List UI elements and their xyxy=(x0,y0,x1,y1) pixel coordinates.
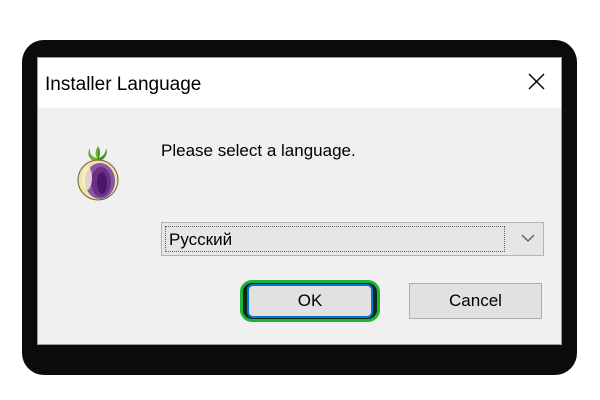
language-dropdown[interactable]: Русский xyxy=(161,222,544,256)
tor-onion-icon xyxy=(77,146,119,201)
cancel-button[interactable]: Cancel xyxy=(409,283,542,319)
close-button[interactable] xyxy=(513,58,561,106)
window-title: Installer Language xyxy=(45,74,202,95)
selected-language: Русский xyxy=(169,230,233,249)
ok-button[interactable]: OK xyxy=(247,284,373,318)
title-bar: Installer Language xyxy=(38,58,561,108)
language-prompt: Please select a language. xyxy=(161,141,356,160)
close-icon xyxy=(528,73,545,90)
selected-language-focus: Русский xyxy=(165,226,505,252)
chevron-down-icon[interactable] xyxy=(521,233,535,243)
